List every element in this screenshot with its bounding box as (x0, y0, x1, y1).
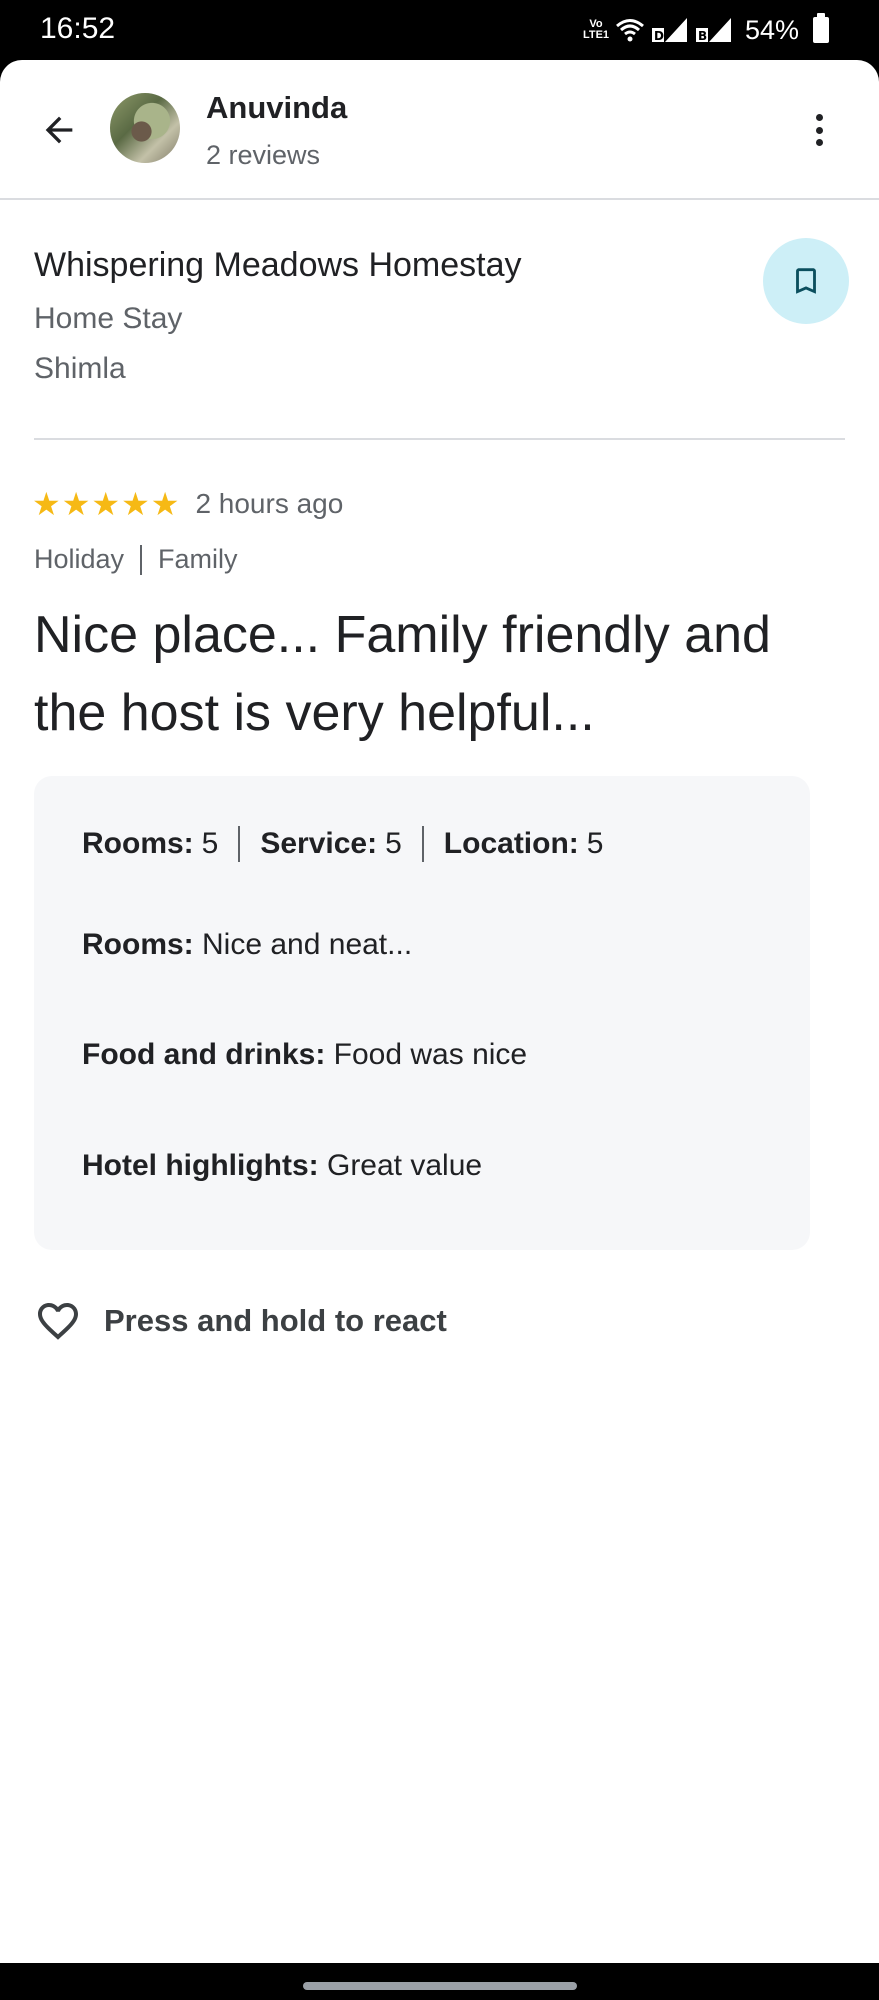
avatar[interactable] (110, 93, 180, 163)
review-details-card: Rooms: 5 Service: 5 Location: 5 Rooms: N… (34, 776, 810, 1250)
heart-outline-icon (38, 1303, 78, 1340)
reviewer-review-count: 2 reviews (206, 140, 321, 170)
save-button[interactable] (763, 238, 849, 324)
star-icon: ★ (150, 486, 180, 522)
app-bar: Anuvinda 2 reviews (0, 60, 879, 200)
react-button[interactable]: Press and hold to react (34, 1296, 447, 1346)
detail-label: Hotel highlights: (82, 1149, 319, 1182)
status-time: 16:52 (40, 12, 116, 45)
detail-highlights: Hotel highlights: Great value (82, 1149, 482, 1183)
star-icon: ★ (91, 486, 121, 522)
more-options-button[interactable] (799, 108, 839, 152)
place-type: Home Stay (34, 302, 183, 335)
detail-rooms: Rooms: Nice and neat... (82, 928, 412, 962)
battery-percent: 54% (744, 14, 799, 45)
reviewer-name[interactable]: Anuvinda (206, 90, 347, 126)
star-icon: ★ (61, 486, 91, 522)
star-icon: ★ (121, 486, 150, 522)
tag-family: Family (158, 544, 238, 574)
aspect-separator (421, 826, 424, 862)
star-rating: ★ ★ ★ ★ ★ (32, 488, 179, 520)
volte-icon: Vo LTE1 (582, 18, 610, 41)
more-vertical-icon (815, 114, 823, 121)
detail-label: Rooms: (82, 928, 194, 961)
detail-value: Food was nice (333, 1038, 528, 1071)
tag-separator (140, 544, 143, 575)
place-city: Shimla (34, 352, 126, 385)
aspect-location-label: Location: (443, 827, 579, 860)
aspect-service-value: 5 (385, 827, 402, 860)
place-name[interactable]: Whispering Meadows Homestay (34, 246, 522, 285)
aspect-location-value: 5 (586, 827, 604, 860)
review-tags: Holiday Family (34, 544, 238, 575)
aspect-rooms-label: Rooms: (82, 827, 194, 860)
aspect-service-label: Service: (260, 827, 378, 860)
aspect-rooms-value: 5 (201, 827, 219, 860)
star-icon: ★ (32, 486, 61, 522)
rating-row: ★ ★ ★ ★ ★ 2 hours ago (32, 482, 343, 526)
detail-food: Food and drinks: Food was nice (82, 1038, 527, 1072)
arrow-left-icon (45, 116, 73, 144)
status-bar: 16:52 Vo LTE1 D B 54% (0, 0, 879, 60)
gesture-handle[interactable] (303, 1982, 577, 1990)
wifi-icon (615, 19, 644, 42)
react-label: Press and hold to react (104, 1303, 447, 1338)
status-icons: Vo LTE1 D B 54% (583, 10, 829, 50)
detail-value: Great value (326, 1149, 483, 1182)
divider (34, 438, 845, 440)
aspect-separator (238, 826, 241, 862)
back-button[interactable] (34, 105, 84, 155)
aspect-ratings: Rooms: 5 Service: 5 Location: 5 (82, 826, 603, 862)
review-text: Nice place... Family friendly and the ho… (34, 606, 771, 742)
svg-text:B: B (698, 29, 707, 43)
detail-value: Nice and neat... (202, 928, 413, 961)
tag-holiday: Holiday (34, 544, 125, 574)
navigation-bar (0, 1963, 879, 2000)
svg-text:D: D (654, 29, 664, 43)
signal-sim2-icon: B (695, 18, 731, 43)
review-screen: Anuvinda 2 reviews Whispering Meadows Ho… (0, 60, 879, 1963)
detail-label: Food and drinks: (82, 1038, 326, 1071)
review-time: 2 hours ago (195, 488, 344, 519)
signal-sim1-icon: D (651, 18, 687, 43)
battery-icon (813, 13, 829, 43)
bookmark-icon (796, 268, 816, 294)
